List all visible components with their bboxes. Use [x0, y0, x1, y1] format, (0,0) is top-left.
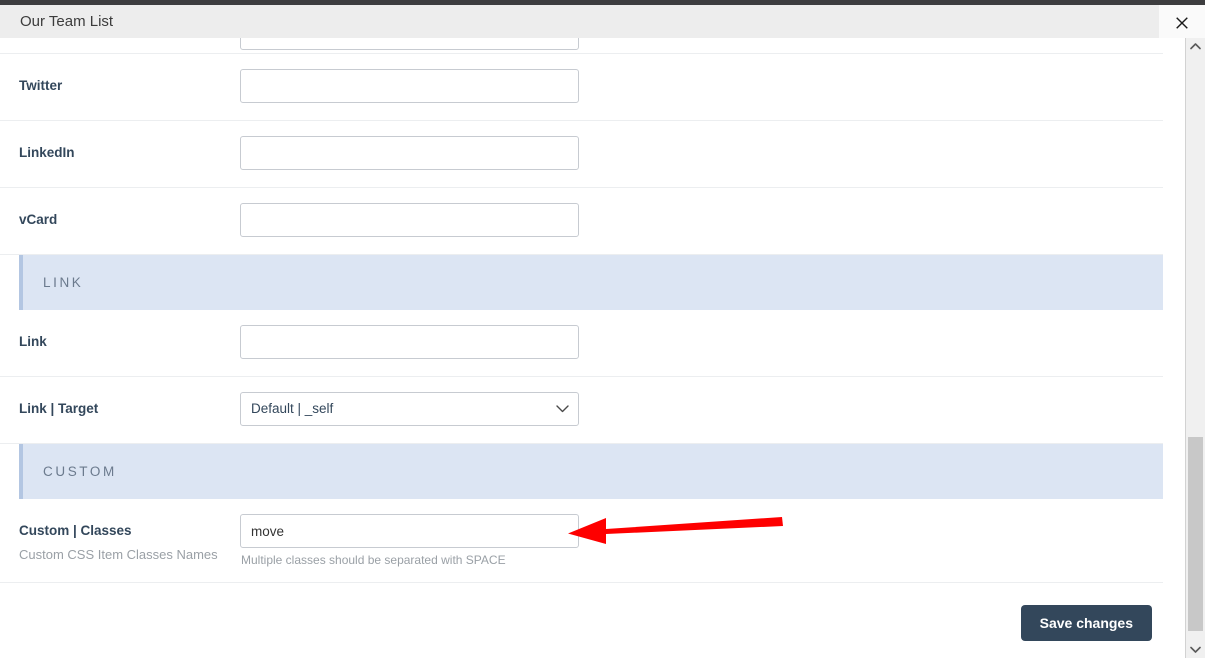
section-title-link: LINK: [43, 275, 84, 290]
field-sublabel-custom-classes: Custom CSS Item Classes Names: [19, 547, 218, 562]
save-changes-button[interactable]: Save changes: [1020, 605, 1152, 641]
field-control-link-target: Default | _self: [240, 392, 579, 426]
field-row-vcard: vCard: [0, 188, 1163, 255]
link-target-select[interactable]: Default | _self: [240, 392, 579, 426]
link-target-selected-value[interactable]: Default | _self: [240, 392, 579, 426]
partial-field-row: [0, 38, 1163, 54]
twitter-input[interactable]: [240, 69, 579, 103]
modal-titlebar: Our Team List: [0, 5, 1205, 38]
custom-classes-helper-text: Multiple classes should be separated wit…: [241, 553, 506, 567]
form-body: Twitter LinkedIn vCard LINK Link Link | …: [0, 38, 1163, 658]
field-control-custom-classes: [240, 514, 579, 548]
scroll-up-button[interactable]: [1186, 38, 1205, 55]
modal-window: Our Team List Twitter LinkedIn vCard LIN…: [0, 0, 1205, 658]
vcard-input[interactable]: [240, 203, 579, 237]
field-row-link: Link: [0, 310, 1163, 377]
scrollbar-thumb[interactable]: [1188, 437, 1203, 631]
field-control-twitter: [240, 69, 579, 103]
field-row-link-target: Link | Target Default | _self: [0, 377, 1163, 444]
modal-footer: Save changes: [0, 583, 1163, 658]
field-row-custom-classes: Custom | Classes Custom CSS Item Classes…: [0, 499, 1163, 583]
linkedin-input[interactable]: [240, 136, 579, 170]
field-label-twitter: Twitter: [19, 78, 63, 93]
section-header-link: LINK: [19, 255, 1163, 310]
field-label-link-target: Link | Target: [19, 401, 99, 416]
field-label-link: Link: [19, 334, 47, 349]
field-control-vcard: [240, 203, 579, 237]
field-label-vcard: vCard: [19, 212, 58, 227]
field-control-linkedin: [240, 136, 579, 170]
vertical-scrollbar[interactable]: [1185, 38, 1205, 658]
field-label-custom-classes: Custom | Classes: [19, 523, 132, 538]
field-row-twitter: Twitter: [0, 54, 1163, 121]
field-control-link: [240, 325, 579, 359]
modal-scroll-area[interactable]: Twitter LinkedIn vCard LINK Link Link | …: [0, 38, 1184, 658]
link-input[interactable]: [240, 325, 579, 359]
close-icon: [1176, 17, 1188, 29]
section-title-custom: CUSTOM: [43, 464, 117, 479]
field-row-linkedin: LinkedIn: [0, 121, 1163, 188]
section-header-custom: CUSTOM: [19, 444, 1163, 499]
field-label-linkedin: LinkedIn: [19, 145, 75, 160]
chevron-down-icon: [1190, 646, 1201, 653]
close-button[interactable]: [1159, 5, 1205, 38]
partial-text-input[interactable]: [240, 38, 579, 50]
custom-classes-input[interactable]: [240, 514, 579, 548]
page-title: Our Team List: [20, 13, 114, 30]
chevron-up-icon: [1190, 43, 1201, 50]
scroll-down-button[interactable]: [1186, 641, 1205, 658]
